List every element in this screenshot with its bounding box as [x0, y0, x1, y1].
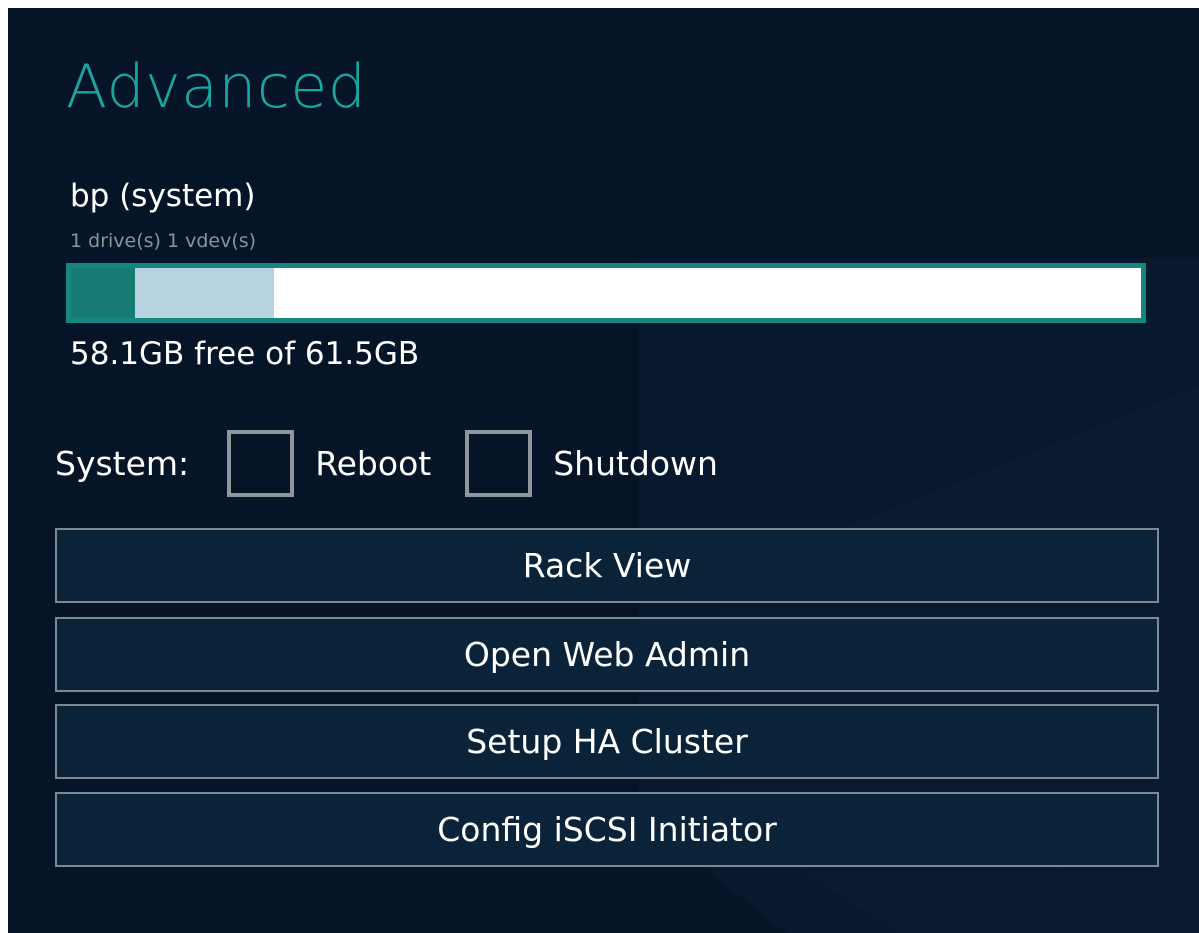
pool-usage-text: 58.1GB free of 61.5GB [70, 336, 420, 372]
pool-usage-bar [66, 263, 1146, 323]
setup-ha-cluster-button[interactable]: Setup HA Cluster [55, 704, 1159, 779]
pool-name: bp (system) [70, 178, 256, 214]
pool-usage-used [71, 268, 136, 318]
open-web-admin-button[interactable]: Open Web Admin [55, 617, 1159, 692]
page-title: Advanced [66, 52, 367, 122]
system-label: System: [55, 443, 190, 483]
reboot-checkbox[interactable] [227, 429, 295, 497]
config-iscsi-initiator-button[interactable]: Config iSCSI Initiator [55, 792, 1159, 867]
reboot-label[interactable]: Reboot [315, 444, 431, 483]
pool-usage-reserved [135, 268, 275, 318]
shutdown-label[interactable]: Shutdown [553, 444, 718, 483]
pool-details: 1 drive(s) 1 vdev(s) [70, 230, 257, 252]
shutdown-checkbox[interactable] [465, 429, 533, 497]
system-actions-row: System: Reboot Shutdown [55, 426, 752, 500]
advanced-panel: Advanced bp (system) 1 drive(s) 1 vdev(s… [8, 8, 1199, 933]
rack-view-button[interactable]: Rack View [55, 528, 1159, 603]
